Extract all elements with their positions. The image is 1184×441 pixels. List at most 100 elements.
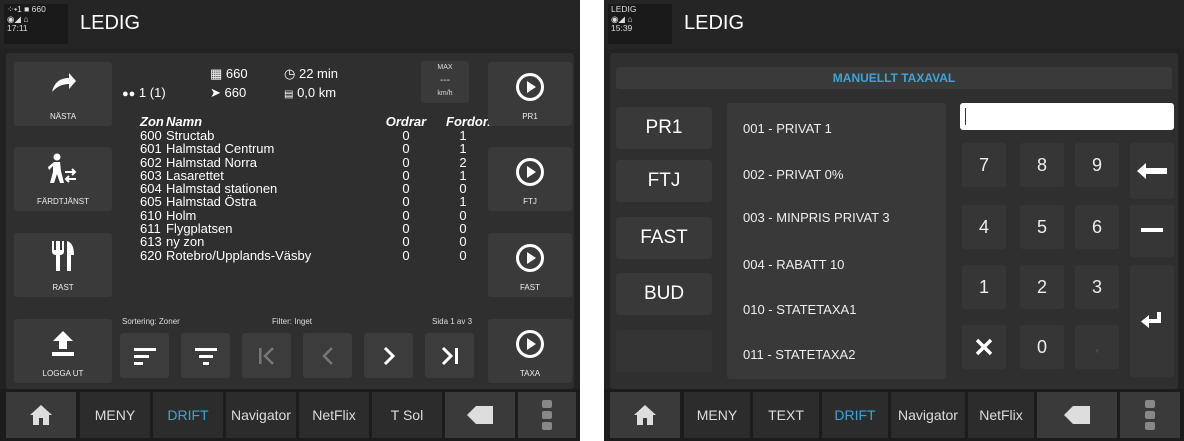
- fast-button[interactable]: FAST: [488, 233, 572, 297]
- nav-netflix[interactable]: NetFlix: [299, 392, 369, 438]
- next-button[interactable]: NÄSTA: [14, 62, 112, 126]
- back-button[interactable]: [1037, 392, 1117, 438]
- col-ordrar[interactable]: Ordrar: [366, 114, 446, 129]
- back-arrow-icon: [467, 406, 493, 424]
- play-icon: [516, 330, 544, 358]
- key-9[interactable]: 9: [1075, 143, 1119, 187]
- col-namn[interactable]: Namn: [166, 114, 366, 129]
- first-page-button[interactable]: [242, 333, 291, 378]
- nav-text[interactable]: TEXT: [753, 392, 819, 438]
- minus-button[interactable]: [1130, 205, 1174, 257]
- list-item[interactable]: 002 - PRIVAT 0%: [743, 167, 962, 182]
- next-page-button[interactable]: [364, 333, 413, 378]
- enter-button[interactable]: [1130, 265, 1174, 377]
- list-item[interactable]: 001 - PRIVAT 1: [743, 121, 962, 136]
- max-unit: km/h: [437, 90, 453, 97]
- table-row[interactable]: 620 Rotebro/Upplands-Väsby 0 0: [120, 249, 480, 262]
- rate-list: [727, 103, 946, 379]
- backspace-button[interactable]: [1130, 143, 1174, 199]
- table-row[interactable]: 605 Halmstad Östra 0 1: [120, 195, 480, 208]
- nav-navigator[interactable]: Navigator: [891, 392, 965, 438]
- nav-drift[interactable]: DRIFT: [153, 392, 223, 438]
- table-row[interactable]: 600 Structab 0 1: [120, 129, 480, 142]
- more-button[interactable]: [1120, 392, 1180, 438]
- rast-button[interactable]: RAST: [14, 233, 112, 297]
- home-icon: [30, 405, 52, 425]
- home-button[interactable]: [610, 392, 680, 438]
- table-row[interactable]: 611 Flygplatsen 0 0: [120, 222, 480, 235]
- nav-tsol[interactable]: T Sol: [372, 392, 442, 438]
- bottom-nav: MENY TEXT DRIFT Navigator NetFlix: [604, 389, 1184, 441]
- nav-netflix[interactable]: NetFlix: [968, 392, 1034, 438]
- walking-person-icon: [14, 153, 112, 185]
- passenger-count: ●● 1 (1): [122, 85, 166, 100]
- nav-meny[interactable]: MENY: [80, 392, 150, 438]
- back-button[interactable]: [445, 392, 515, 438]
- category-bud[interactable]: BUD: [616, 273, 712, 315]
- key-0[interactable]: 0: [1020, 325, 1064, 369]
- nav-info: ➤ 660: [210, 85, 246, 101]
- list-item[interactable]: 011 - STATETAXA2: [743, 347, 962, 362]
- nav-drift[interactable]: DRIFT: [822, 392, 888, 438]
- table-row[interactable]: 610 Holm 0 0: [120, 209, 480, 222]
- clear-button[interactable]: [962, 325, 1006, 369]
- play-icon: [516, 244, 544, 272]
- category-pr1[interactable]: PR1: [616, 107, 712, 149]
- fork-knife-icon: [14, 241, 112, 271]
- text-cursor: [965, 108, 966, 125]
- key-1[interactable]: 1: [962, 265, 1006, 309]
- header: ⁘•1 ■ 660 ◉◢ ⌂ 17:11 LEDIG: [0, 0, 580, 49]
- list-item[interactable]: 010 - STATETAXA1: [743, 302, 962, 317]
- sort-button[interactable]: [120, 333, 169, 378]
- list-item[interactable]: 003 - MINPRIS PRIVAT 3: [743, 210, 962, 225]
- back-arrow-icon: [1064, 406, 1090, 424]
- pr1-button[interactable]: PR1: [488, 62, 572, 126]
- table-row[interactable]: 602 Halmstad Norra 0 2: [120, 155, 480, 169]
- fardtjanst-button[interactable]: FÄRDTJÄNST: [14, 147, 112, 211]
- ftj-label: FTJ: [523, 197, 537, 206]
- filter-button[interactable]: [181, 333, 230, 378]
- key-3[interactable]: 3: [1075, 265, 1119, 309]
- upload-arrow-icon: [14, 331, 112, 357]
- rast-label: RAST: [52, 283, 74, 292]
- close-icon: [975, 338, 993, 356]
- redo-arrow-icon: [14, 72, 112, 94]
- key-8[interactable]: 8: [1020, 143, 1064, 187]
- key-6[interactable]: 6: [1075, 205, 1119, 249]
- taxa-button[interactable]: TAXA: [488, 319, 572, 383]
- table-row[interactable]: 613 ny zon 0 0: [120, 235, 480, 248]
- key-2[interactable]: 2: [1020, 265, 1064, 309]
- list-item[interactable]: 004 - RABATT 10: [743, 257, 962, 272]
- chevron-right-icon: [383, 346, 395, 365]
- col-zon[interactable]: Zon: [120, 114, 166, 129]
- ftj-button[interactable]: FTJ: [488, 147, 572, 211]
- logout-button[interactable]: LOGGA UT: [14, 319, 112, 383]
- map-icon: ▦: [210, 66, 223, 81]
- max-value: ---: [440, 75, 450, 86]
- more-icon: [542, 400, 552, 430]
- last-page-button[interactable]: [425, 333, 474, 378]
- key-7[interactable]: 7: [962, 143, 1006, 187]
- speed-box: MAX --- km/h: [421, 61, 469, 103]
- status-box[interactable]: LEDIG ◉◢ ⌂ 15:39: [608, 4, 672, 44]
- key-comma[interactable]: ,: [1075, 325, 1119, 369]
- table-row[interactable]: 604 Halmstad stationen 0 0: [120, 182, 480, 195]
- more-button[interactable]: [518, 392, 576, 438]
- passenger-count-value: 1 (1): [138, 85, 166, 100]
- status-box[interactable]: ⁘•1 ■ 660 ◉◢ ⌂ 17:11: [4, 4, 68, 44]
- table-row[interactable]: 601 Halmstad Centrum 0 1: [120, 142, 480, 155]
- nav-navigator[interactable]: Navigator: [226, 392, 296, 438]
- fast-label: FAST: [519, 283, 540, 292]
- category-fast[interactable]: FAST: [616, 217, 712, 259]
- category-ftj[interactable]: FTJ: [616, 160, 712, 202]
- key-4[interactable]: 4: [962, 205, 1006, 249]
- table-row[interactable]: 603 Lasarettet 0 1: [120, 169, 480, 182]
- col-fordon[interactable]: Fordon: [446, 114, 491, 129]
- tariff-input[interactable]: [960, 103, 1174, 130]
- home-button[interactable]: [6, 392, 76, 438]
- key-5[interactable]: 5: [1020, 205, 1064, 249]
- dispatch-screen: ⁘•1 ■ 660 ◉◢ ⌂ 17:11 LEDIG NÄSTA FÄRDTJÄ…: [0, 0, 580, 441]
- prev-page-button[interactable]: [303, 333, 352, 378]
- max-label: MAX: [437, 64, 453, 71]
- nav-meny[interactable]: MENY: [684, 392, 750, 438]
